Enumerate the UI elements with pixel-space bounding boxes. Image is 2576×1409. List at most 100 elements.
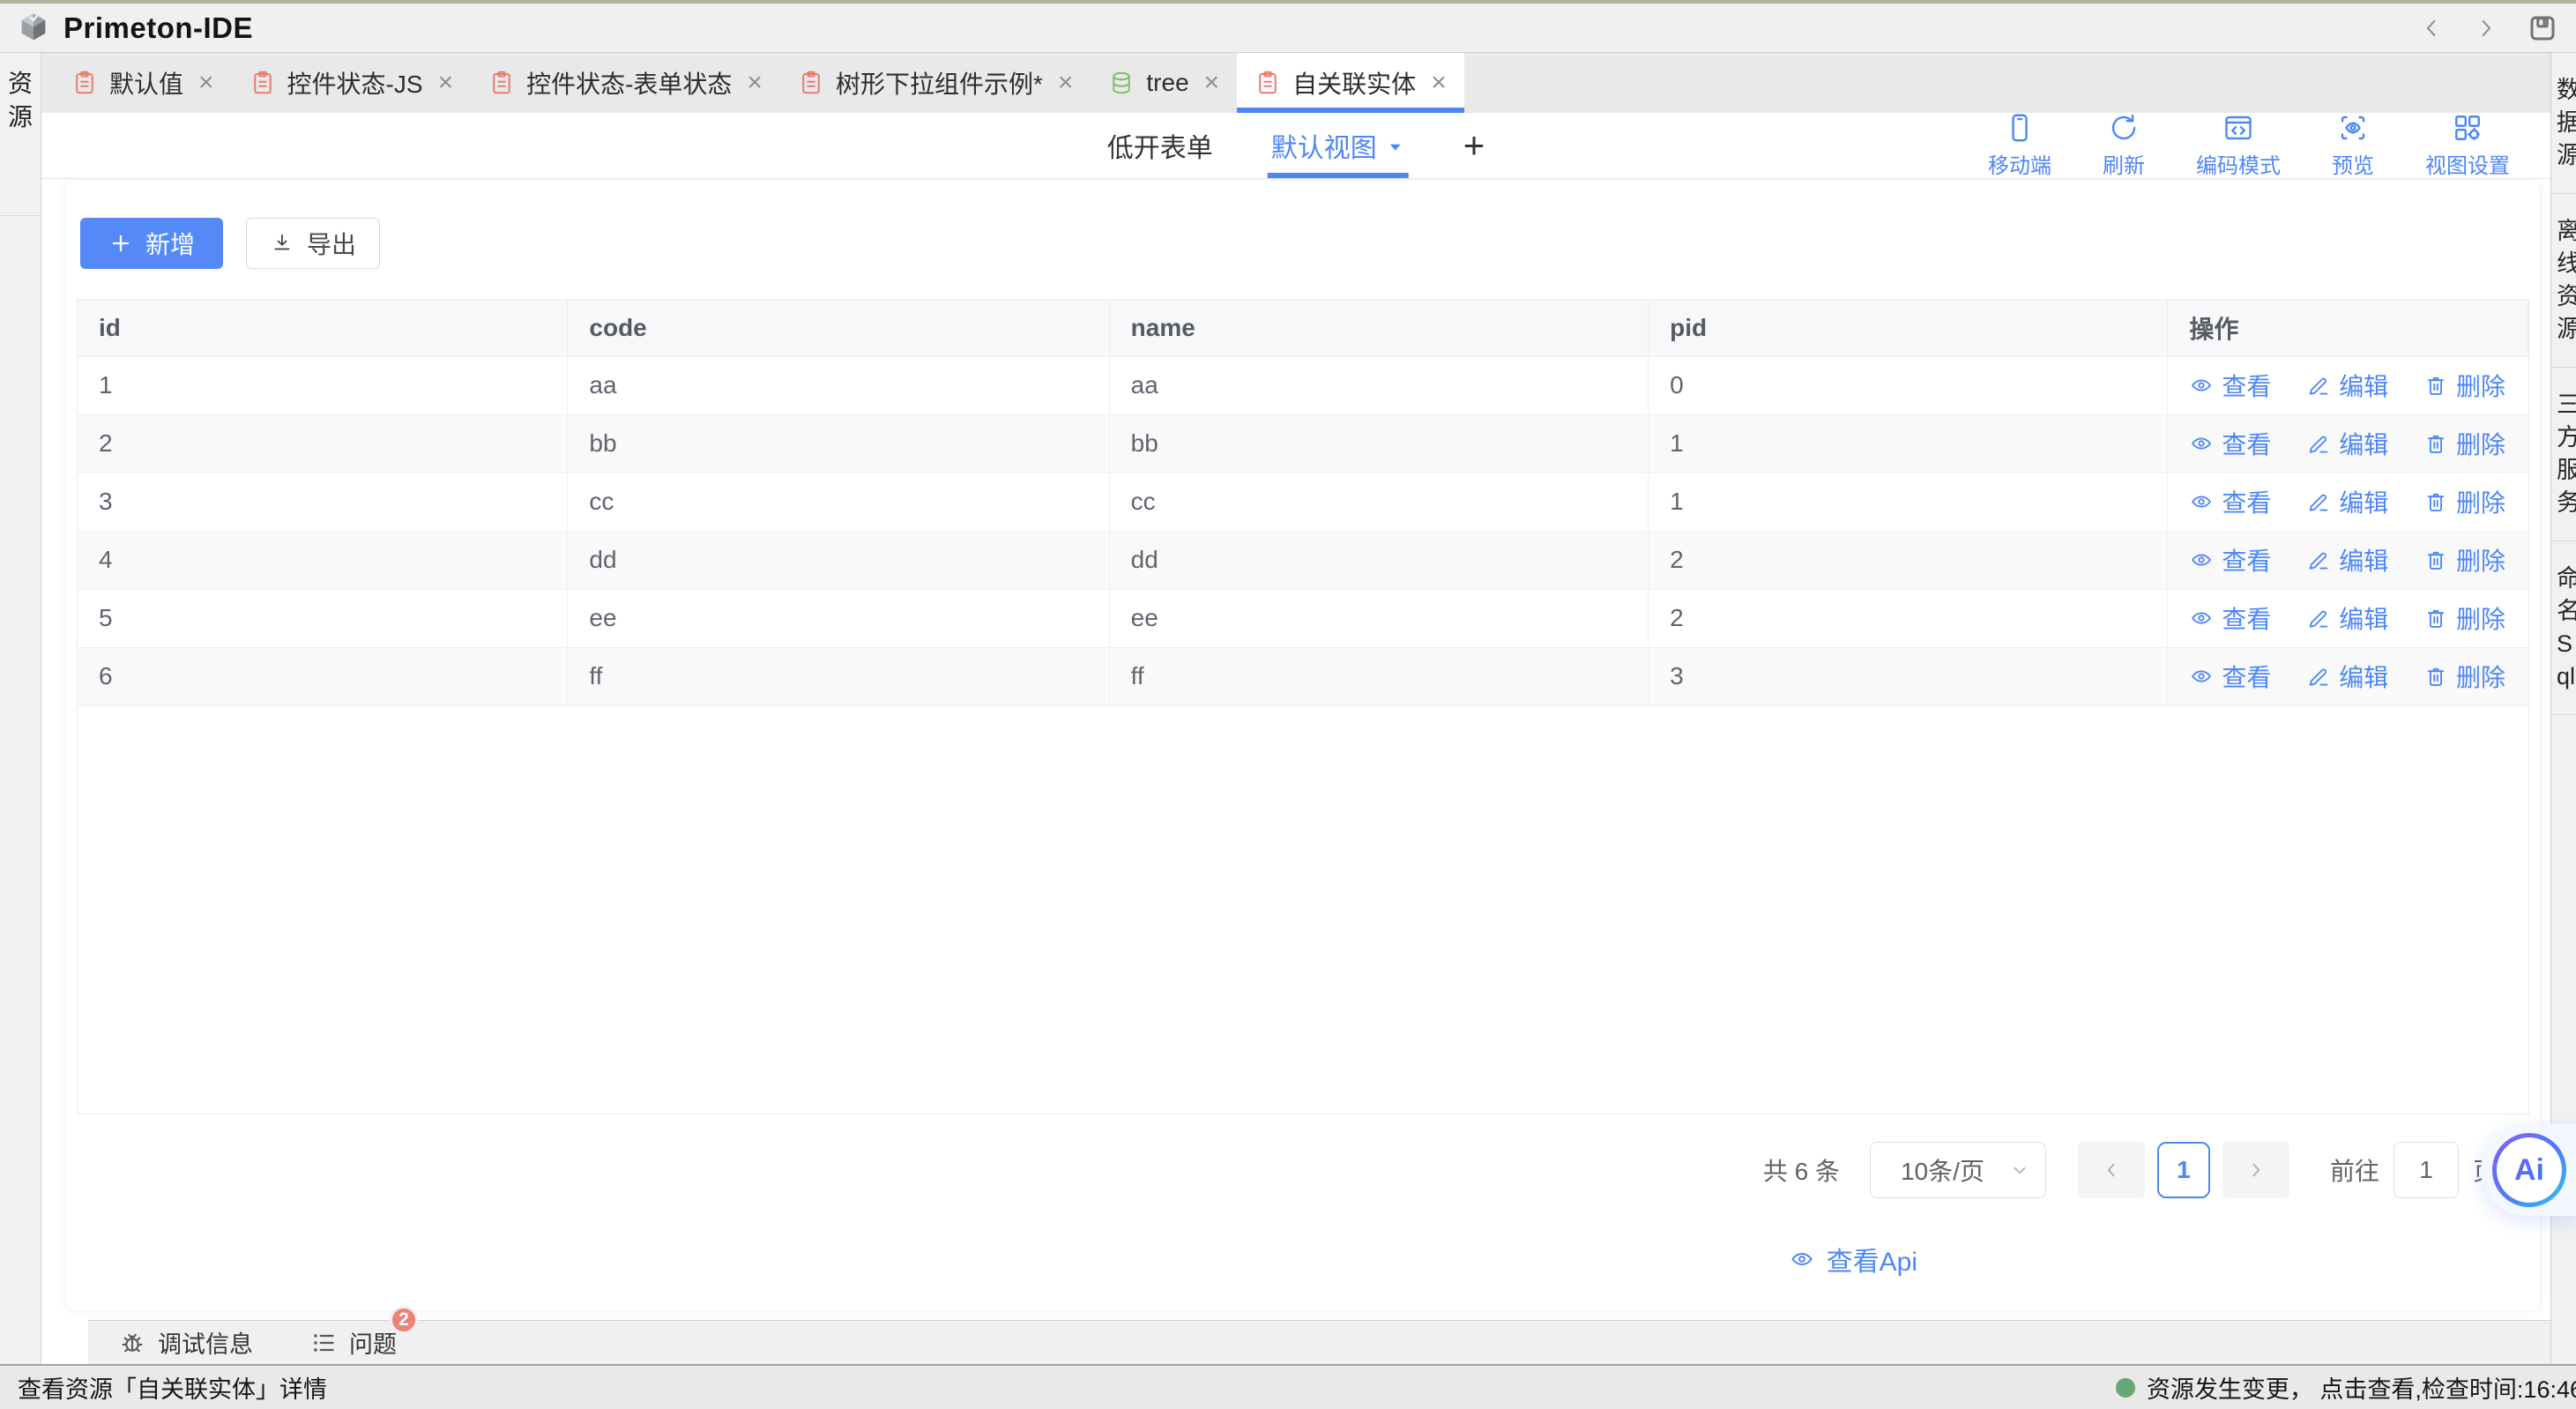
cell-actions: 查看 编辑 删除 — [2168, 647, 2528, 705]
edit-action[interactable]: 编辑 — [2306, 426, 2388, 461]
table-header-row: id code name pid 操作 — [78, 300, 2528, 356]
forward-icon[interactable] — [2472, 14, 2500, 42]
toolbar-tool[interactable]: 移动端 — [1988, 112, 2051, 179]
right-rail-item[interactable]: 命名Sql — [2551, 541, 2576, 715]
cell-name: bb — [1109, 414, 1648, 473]
add-button[interactable]: 新增 — [80, 218, 223, 269]
cell-code: bb — [568, 414, 1109, 473]
view-action[interactable]: 查看 — [2189, 542, 2271, 578]
cell-name: ff — [1109, 647, 1648, 705]
table-row: 2 bb bb 1 查看 — [78, 414, 2528, 473]
export-button[interactable]: 导出 — [246, 218, 380, 269]
table-actions-bar: 新增 导出 — [80, 218, 2535, 269]
cell-pid: 1 — [1649, 414, 2168, 473]
cell-pid: 2 — [1649, 589, 2168, 647]
view-tabs: 低开表单 默认视图 + — [1107, 113, 1485, 178]
tab-low-code-form[interactable]: 低开表单 — [1107, 113, 1213, 178]
table-row: 4 dd dd 2 查看 — [78, 531, 2528, 589]
pencil-icon — [2306, 431, 2331, 456]
cell-actions: 查看 编辑 删除 — [2168, 473, 2528, 531]
form-icon — [1254, 70, 1281, 96]
chevron-left-icon — [2100, 1159, 2123, 1182]
toolbar-tool[interactable]: 刷新 — [2103, 112, 2145, 179]
view-action[interactable]: 查看 — [2189, 600, 2271, 636]
page-size-select[interactable]: 10条/页 — [1870, 1142, 2046, 1198]
tab-default-view[interactable]: 默认视图 — [1271, 113, 1405, 178]
app-logo-icon — [16, 11, 51, 46]
editor-tab[interactable]: 控件状态-JS × — [232, 53, 472, 113]
edit-action[interactable]: 编辑 — [2306, 600, 2388, 636]
edit-action[interactable]: 编辑 — [2306, 484, 2388, 519]
tab-close-icon[interactable]: × — [1204, 70, 1220, 96]
toolbar-tool[interactable]: 编码模式 — [2196, 112, 2281, 179]
delete-action[interactable]: 删除 — [2423, 368, 2505, 403]
delete-action[interactable]: 删除 — [2423, 600, 2505, 636]
right-rail-item[interactable]: 三方服务 — [2551, 368, 2576, 541]
view-action[interactable]: 查看 — [2189, 659, 2271, 694]
tab-close-icon[interactable]: × — [747, 70, 763, 96]
editor-tab[interactable]: 树形下拉组件示例* × — [780, 53, 1091, 113]
delete-action[interactable]: 删除 — [2423, 542, 2505, 578]
edit-action[interactable]: 编辑 — [2306, 368, 2388, 403]
content-area: 新增 导出 id — [41, 179, 2550, 1364]
edit-action[interactable]: 编辑 — [2306, 659, 2388, 694]
page-number-button[interactable]: 1 — [2157, 1142, 2210, 1198]
editor-tab-label: 默认值 — [109, 65, 183, 101]
cell-actions: 查看 编辑 删除 — [2168, 589, 2528, 647]
right-rail-item[interactable]: 离线资源 — [2551, 194, 2576, 368]
title-bar: Primeton-IDE — [0, 0, 2576, 53]
cell-code: aa — [568, 356, 1109, 414]
table-row: 5 ee ee 2 查看 — [78, 589, 2528, 647]
delete-action[interactable]: 删除 — [2423, 659, 2505, 694]
add-view-button[interactable]: + — [1463, 113, 1485, 178]
back-icon[interactable] — [2417, 14, 2446, 42]
prev-page-button[interactable] — [2078, 1142, 2145, 1198]
view-action[interactable]: 查看 — [2189, 426, 2271, 461]
pagination: 共 6 条 10条/页 1 前往 页 — [71, 1141, 2535, 1199]
pencil-icon — [2306, 548, 2331, 572]
chevron-right-icon — [2245, 1159, 2267, 1182]
right-rail-item[interactable]: 数据源 — [2551, 53, 2576, 194]
default-view-label: 默认视图 — [1271, 126, 1377, 165]
status-bar: 查看资源「自关联实体」详情 资源发生变更， 点击查看,检查时间:16:46 — [0, 1364, 2576, 1409]
refresh-icon — [2108, 112, 2140, 144]
eye-icon — [1789, 1246, 1815, 1272]
next-page-button[interactable] — [2222, 1142, 2289, 1198]
toolbar-tool[interactable]: 视图设置 — [2425, 112, 2510, 179]
view-action[interactable]: 查看 — [2189, 368, 2271, 403]
resource-change-notice[interactable]: 资源发生变更， 点击查看,检查时间:16:46 — [2116, 1370, 2576, 1405]
tab-close-icon[interactable]: × — [1431, 70, 1447, 96]
left-rail-item[interactable]: 资源 — [0, 53, 41, 216]
tab-close-icon[interactable]: × — [198, 70, 214, 96]
cell-id: 3 — [78, 473, 568, 531]
delete-action[interactable]: 删除 — [2423, 484, 2505, 519]
cell-name: ee — [1109, 589, 1648, 647]
editor-tab[interactable]: 自关联实体 × — [1237, 53, 1464, 113]
editor-tab-label: 自关联实体 — [1292, 65, 1416, 101]
editor-tab-label: 树形下拉组件示例* — [836, 65, 1043, 101]
view-toolbar: 移动端 刷新 编码模式 预览 视 — [1988, 113, 2550, 178]
editor-tab[interactable]: 默认值 × — [54, 53, 232, 113]
editor-tab[interactable]: 控件状态-表单状态 × — [471, 53, 780, 113]
debug-bar: 调试信息 问题 2 — [88, 1320, 2550, 1364]
debug-info-button[interactable]: 调试信息 — [118, 1325, 253, 1360]
form-icon — [71, 70, 98, 96]
editor-tab[interactable]: tree × — [1091, 53, 1237, 113]
form-icon — [488, 70, 515, 96]
edit-action[interactable]: 编辑 — [2306, 542, 2388, 578]
trash-icon — [2423, 489, 2448, 514]
code-icon — [2222, 112, 2254, 144]
view-api-link[interactable]: 查看Api — [1789, 1240, 1917, 1279]
goto-page-input[interactable] — [2394, 1142, 2459, 1198]
toolbar-tool[interactable]: 预览 — [2332, 112, 2374, 179]
ai-assistant-button[interactable]: Ai — [2481, 1124, 2576, 1216]
tab-close-icon[interactable]: × — [1058, 70, 1074, 96]
tab-close-icon[interactable]: × — [438, 70, 454, 96]
pencil-icon — [2306, 489, 2331, 514]
save-icon[interactable] — [2527, 12, 2558, 44]
delete-action[interactable]: 删除 — [2423, 426, 2505, 461]
problems-button[interactable]: 问题 2 — [309, 1325, 397, 1360]
view-action[interactable]: 查看 — [2189, 484, 2271, 519]
table-row: 1 aa aa 0 查看 — [78, 356, 2528, 414]
app-title: Primeton-IDE — [63, 11, 253, 45]
